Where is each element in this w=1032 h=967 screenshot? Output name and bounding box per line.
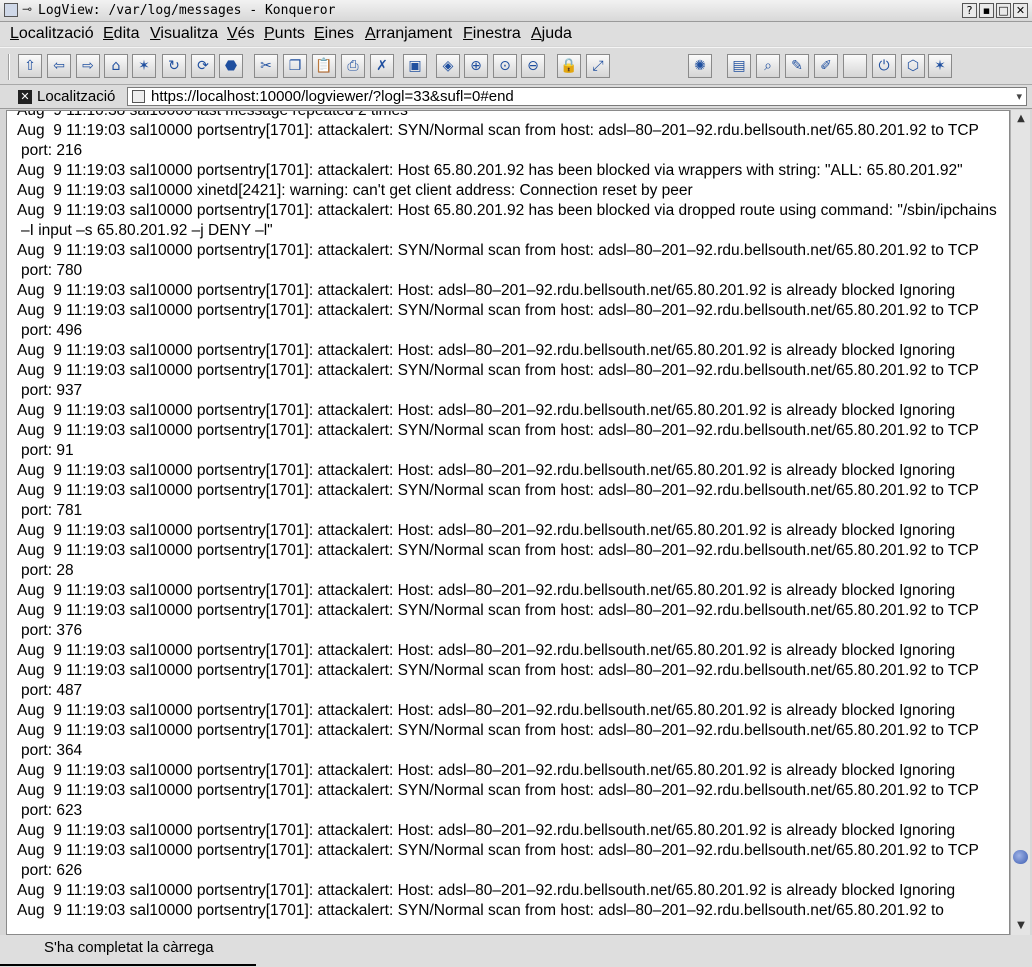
- maximize-button[interactable]: □: [996, 3, 1011, 18]
- konqueror-app-icon[interactable]: [4, 3, 18, 17]
- log-line: Aug 9 11:19:03 sal10000 portsentry[1701]…: [17, 462, 956, 479]
- menu-ves[interactable]: Vés: [227, 25, 255, 43]
- window-titlebar[interactable]: ⊸ LogView: /var/log/messages - Konqueror…: [0, 0, 1032, 22]
- new-window-icon[interactable]: ✶: [132, 54, 156, 78]
- page-favicon-icon: [132, 90, 145, 103]
- bookmark-add-icon[interactable]: ✎: [785, 54, 809, 78]
- blank-icon[interactable]: [843, 54, 867, 78]
- reload-icon[interactable]: ↻: [162, 54, 186, 78]
- log-line: Aug 9 11:19:03 sal10000 xinetd[2421]: wa…: [17, 182, 693, 199]
- home-icon[interactable]: ⌂: [104, 54, 128, 78]
- menu-arranjament[interactable]: Arranjament: [365, 25, 452, 43]
- forward-arrow-icon[interactable]: ⇨: [76, 54, 100, 78]
- log-line: Aug 9 11:19:03 sal10000 portsentry[1701]…: [17, 202, 1002, 239]
- tree-view-icon[interactable]: ▤: [727, 54, 751, 78]
- log-line: Aug 9 11:19:03 sal10000 portsentry[1701]…: [17, 542, 983, 579]
- log-line: Aug 9 11:19:03 sal10000 portsentry[1701]…: [17, 782, 983, 819]
- stop-icon[interactable]: ⬣: [219, 54, 243, 78]
- throbber-icon: ✺: [688, 54, 712, 78]
- log-line: Aug 9 11:19:03 sal10000 portsentry[1701]…: [17, 662, 983, 699]
- log-line: Aug 9 11:19:03 sal10000 portsentry[1701]…: [17, 362, 983, 399]
- menu-edita[interactable]: Edita: [103, 25, 139, 43]
- vertical-scrollbar[interactable]: ▲ ▼: [1010, 110, 1030, 935]
- pin-icon[interactable]: ⊸: [22, 2, 32, 16]
- menu-finestra[interactable]: Finestra: [463, 25, 521, 43]
- close-button[interactable]: ✕: [1013, 3, 1028, 18]
- scroll-down-icon[interactable]: ▼: [1014, 919, 1028, 933]
- url-dropdown-icon[interactable]: ▾: [1016, 90, 1022, 103]
- lock-icon[interactable]: 🔒: [557, 54, 581, 78]
- up-arrow-icon[interactable]: ⇧: [18, 54, 42, 78]
- menubar: Localització Edita Visualitza Vés Punts …: [0, 22, 1032, 46]
- log-line: Aug 9 11:19:03 sal10000 portsentry[1701]…: [17, 422, 983, 459]
- log-view[interactable]: Aug 9 11:10:38 sal10000 last message rep…: [6, 110, 1010, 935]
- zoom-out-icon[interactable]: ⊖: [521, 54, 545, 78]
- log-line: Aug 9 11:19:03 sal10000 portsentry[1701]…: [17, 582, 956, 599]
- cut-icon[interactable]: ✂: [254, 54, 278, 78]
- reload-alt-icon[interactable]: ⟳: [191, 54, 215, 78]
- help-button[interactable]: ?: [962, 3, 977, 18]
- statusbar: S'ha completat la càrrega: [0, 935, 1032, 967]
- search-icon[interactable]: ⌕: [756, 54, 780, 78]
- scroll-up-icon[interactable]: ▲: [1014, 112, 1028, 126]
- log-line: Aug 9 11:19:03 sal10000 portsentry[1701]…: [17, 242, 983, 279]
- terminal-icon[interactable]: ▣: [403, 54, 427, 78]
- log-line: Aug 9 11:19:03 sal10000 portsentry[1701]…: [17, 122, 983, 159]
- stop-alt-icon[interactable]: ⬡: [901, 54, 925, 78]
- log-line: Aug 9 11:19:03 sal10000 portsentry[1701]…: [17, 522, 956, 539]
- copy-icon[interactable]: ❐: [283, 54, 307, 78]
- toolbar-handle[interactable]: [8, 54, 10, 80]
- log-line: Aug 9 11:19:03 sal10000 portsentry[1701]…: [17, 882, 956, 899]
- status-text: S'ha completat la càrrega: [44, 939, 214, 956]
- menu-visualitza[interactable]: Visualitza: [150, 25, 218, 43]
- log-line: Aug 9 11:19:03 sal10000 portsentry[1701]…: [17, 822, 956, 839]
- log-line: Aug 9 11:19:03 sal10000 portsentry[1701]…: [17, 722, 983, 759]
- power-icon[interactable]: ⏻: [872, 54, 896, 78]
- log-line: Aug 9 11:19:03 sal10000 portsentry[1701]…: [17, 602, 983, 639]
- menu-localitzacio[interactable]: Localització: [10, 25, 94, 43]
- security-icon[interactable]: ◈: [436, 54, 460, 78]
- url-text[interactable]: https://localhost:10000/logviewer/?logl=…: [151, 88, 514, 105]
- delete-icon[interactable]: ✗: [370, 54, 394, 78]
- log-line: Aug 9 11:19:03 sal10000 portsentry[1701]…: [17, 302, 983, 339]
- back-arrow-icon[interactable]: ⇦: [47, 54, 71, 78]
- log-line: Aug 9 11:10:38 sal10000 last message rep…: [17, 110, 408, 119]
- url-input[interactable]: https://localhost:10000/logviewer/?logl=…: [127, 87, 1027, 106]
- menu-ajuda[interactable]: Ajuda: [531, 25, 572, 43]
- log-line: Aug 9 11:19:03 sal10000 portsentry[1701]…: [17, 482, 983, 519]
- clear-location-icon[interactable]: ✕: [18, 90, 32, 104]
- main-toolbar: ⇧ ⇦ ⇨ ⌂ ✶ ↻ ⟳ ⬣ ✂ ❐ 📋 ⎙ ✗ ▣ ◈ ⊕ ⊙ ⊖ 🔒 ⤢ …: [0, 47, 1032, 85]
- zoom-in-icon[interactable]: ⊕: [464, 54, 488, 78]
- zoom-icon[interactable]: ⊙: [493, 54, 517, 78]
- bookmark-edit-icon[interactable]: ✐: [814, 54, 838, 78]
- paste-icon[interactable]: 📋: [312, 54, 336, 78]
- location-label: Localització: [37, 88, 116, 105]
- status-divider: [0, 964, 256, 966]
- log-line: Aug 9 11:19:03 sal10000 portsentry[1701]…: [17, 762, 956, 779]
- minimize-button[interactable]: ▪: [979, 3, 994, 18]
- new-tab-icon[interactable]: ✶: [928, 54, 952, 78]
- log-line: Aug 9 11:19:03 sal10000 portsentry[1701]…: [17, 842, 983, 879]
- log-line: Aug 9 11:19:03 sal10000 portsentry[1701]…: [17, 642, 956, 659]
- fullscreen-icon[interactable]: ⤢: [586, 54, 610, 78]
- location-bar: ✕ Localització https://localhost:10000/l…: [0, 85, 1032, 109]
- log-line: Aug 9 11:19:03 sal10000 portsentry[1701]…: [17, 342, 956, 359]
- menu-punts[interactable]: Punts: [264, 25, 305, 43]
- log-line: Aug 9 11:19:03 sal10000 portsentry[1701]…: [17, 282, 956, 299]
- log-line: Aug 9 11:19:03 sal10000 portsentry[1701]…: [17, 702, 956, 719]
- log-text: Aug 9 11:10:38 sal10000 last message rep…: [17, 110, 1002, 921]
- print-icon[interactable]: ⎙: [341, 54, 365, 78]
- log-line: Aug 9 11:19:03 sal10000 portsentry[1701]…: [17, 902, 944, 919]
- log-line: Aug 9 11:19:03 sal10000 portsentry[1701]…: [17, 162, 963, 179]
- log-line: Aug 9 11:19:03 sal10000 portsentry[1701]…: [17, 402, 956, 419]
- scroll-thumb[interactable]: [1013, 850, 1028, 864]
- window-title: LogView: /var/log/messages - Konqueror: [38, 3, 336, 18]
- menu-eines[interactable]: Eines: [314, 25, 354, 43]
